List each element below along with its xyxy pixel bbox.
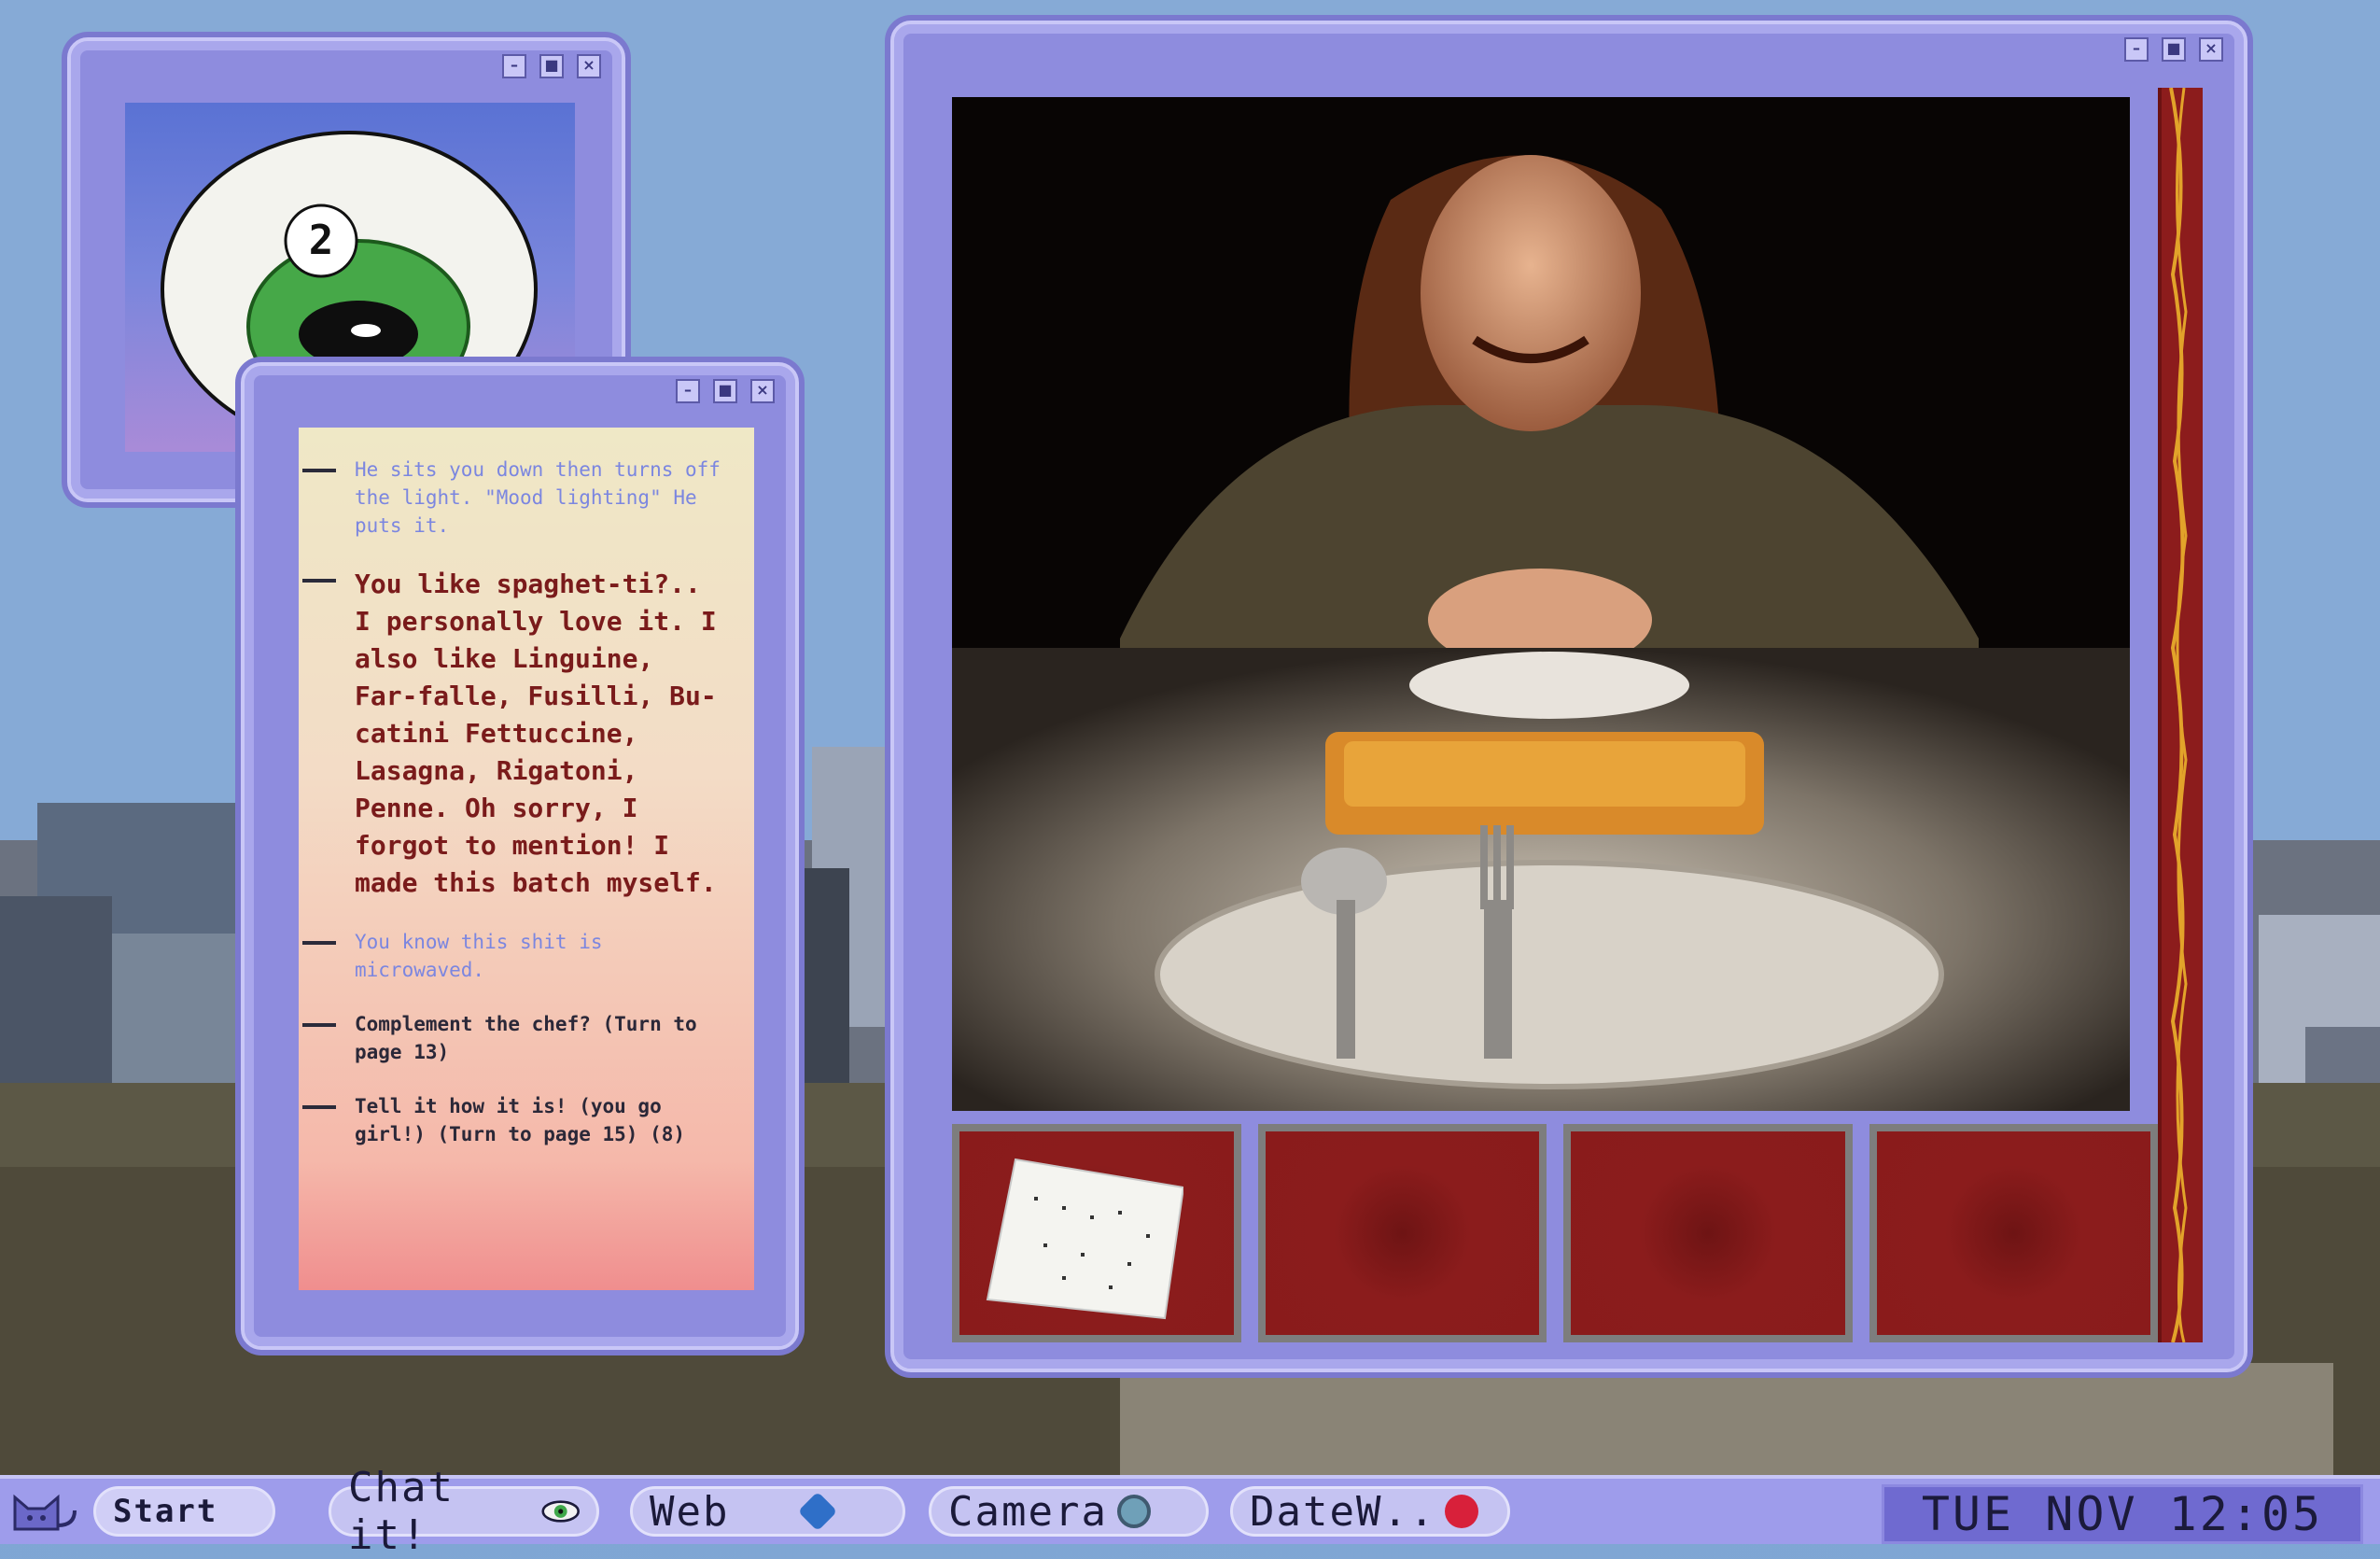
- close-button[interactable]: ×: [2199, 37, 2223, 62]
- taskbar-app-camera[interactable]: Camera: [929, 1486, 1209, 1537]
- inventory-slot-empty[interactable]: [1869, 1124, 2158, 1342]
- window-controls: – ■ ×: [676, 379, 775, 403]
- dialog-page: He sits you down then turns off the ligh…: [299, 428, 754, 1290]
- decorative-side-strip: [2158, 87, 2203, 1343]
- minimize-button[interactable]: –: [502, 54, 526, 78]
- taskbar-app-date[interactable]: DateW..: [1230, 1486, 1510, 1537]
- heart-icon: [1445, 1495, 1479, 1528]
- narration-text: He sits you down then turns off the ligh…: [302, 456, 730, 540]
- taskbar-app-web[interactable]: Web: [630, 1486, 905, 1537]
- close-button[interactable]: ×: [750, 379, 775, 403]
- globe-icon: [798, 1491, 838, 1532]
- taskbar-app-label: Camera: [948, 1487, 1108, 1536]
- maximize-button[interactable]: ■: [2162, 37, 2186, 62]
- camera-lens-icon: [1116, 1495, 1151, 1528]
- maximize-button[interactable]: ■: [713, 379, 737, 403]
- date-scene-image: [952, 97, 2130, 1111]
- cat-logo-icon: [13, 1494, 77, 1531]
- window-controls: – ■ ×: [502, 54, 601, 78]
- taskbar-app-chat[interactable]: Chat it!: [329, 1464, 599, 1559]
- eye-icon: [541, 1500, 580, 1523]
- maximize-button[interactable]: ■: [539, 54, 564, 78]
- taskbar-app-label: Chat it!: [348, 1464, 455, 1559]
- close-button[interactable]: ×: [577, 54, 601, 78]
- inventory-slot-empty[interactable]: [1563, 1124, 1853, 1342]
- minimize-button[interactable]: –: [2124, 37, 2149, 62]
- choice-compliment[interactable]: Complement the chef? (Turn to page 13): [302, 1010, 730, 1066]
- inventory-slots: [952, 1124, 2158, 1342]
- window-controls: – ■ ×: [2124, 37, 2223, 62]
- inner-thought-text: You know this shit is microwaved.: [302, 928, 730, 984]
- inventory-slot-empty[interactable]: [1257, 1124, 1547, 1342]
- taskbar-app-label: Web: [650, 1487, 730, 1536]
- start-button[interactable]: Start: [93, 1486, 275, 1537]
- taskbar: Start Chat it! Web Camera DateW.. TUE NO…: [0, 1464, 2380, 1559]
- date-speech-text: You like spaghet-ti?.. I personally love…: [302, 566, 730, 902]
- inventory-slot-note[interactable]: [952, 1124, 1241, 1342]
- eye-badge-number: 2: [309, 217, 334, 264]
- taskbar-app-label: DateW..: [1250, 1487, 1436, 1536]
- choice-tell-it[interactable]: Tell it how it is! (you go girl!) (Turn …: [302, 1092, 730, 1148]
- minimize-button[interactable]: –: [676, 379, 700, 403]
- dialog-window: – ■ × He sits you down then turns off th…: [241, 362, 799, 1350]
- taskbar-clock: TUE NOV 12:05: [1882, 1484, 2363, 1544]
- note-paper-icon: [986, 1158, 1183, 1320]
- date-window: – ■ ×: [890, 21, 2247, 1372]
